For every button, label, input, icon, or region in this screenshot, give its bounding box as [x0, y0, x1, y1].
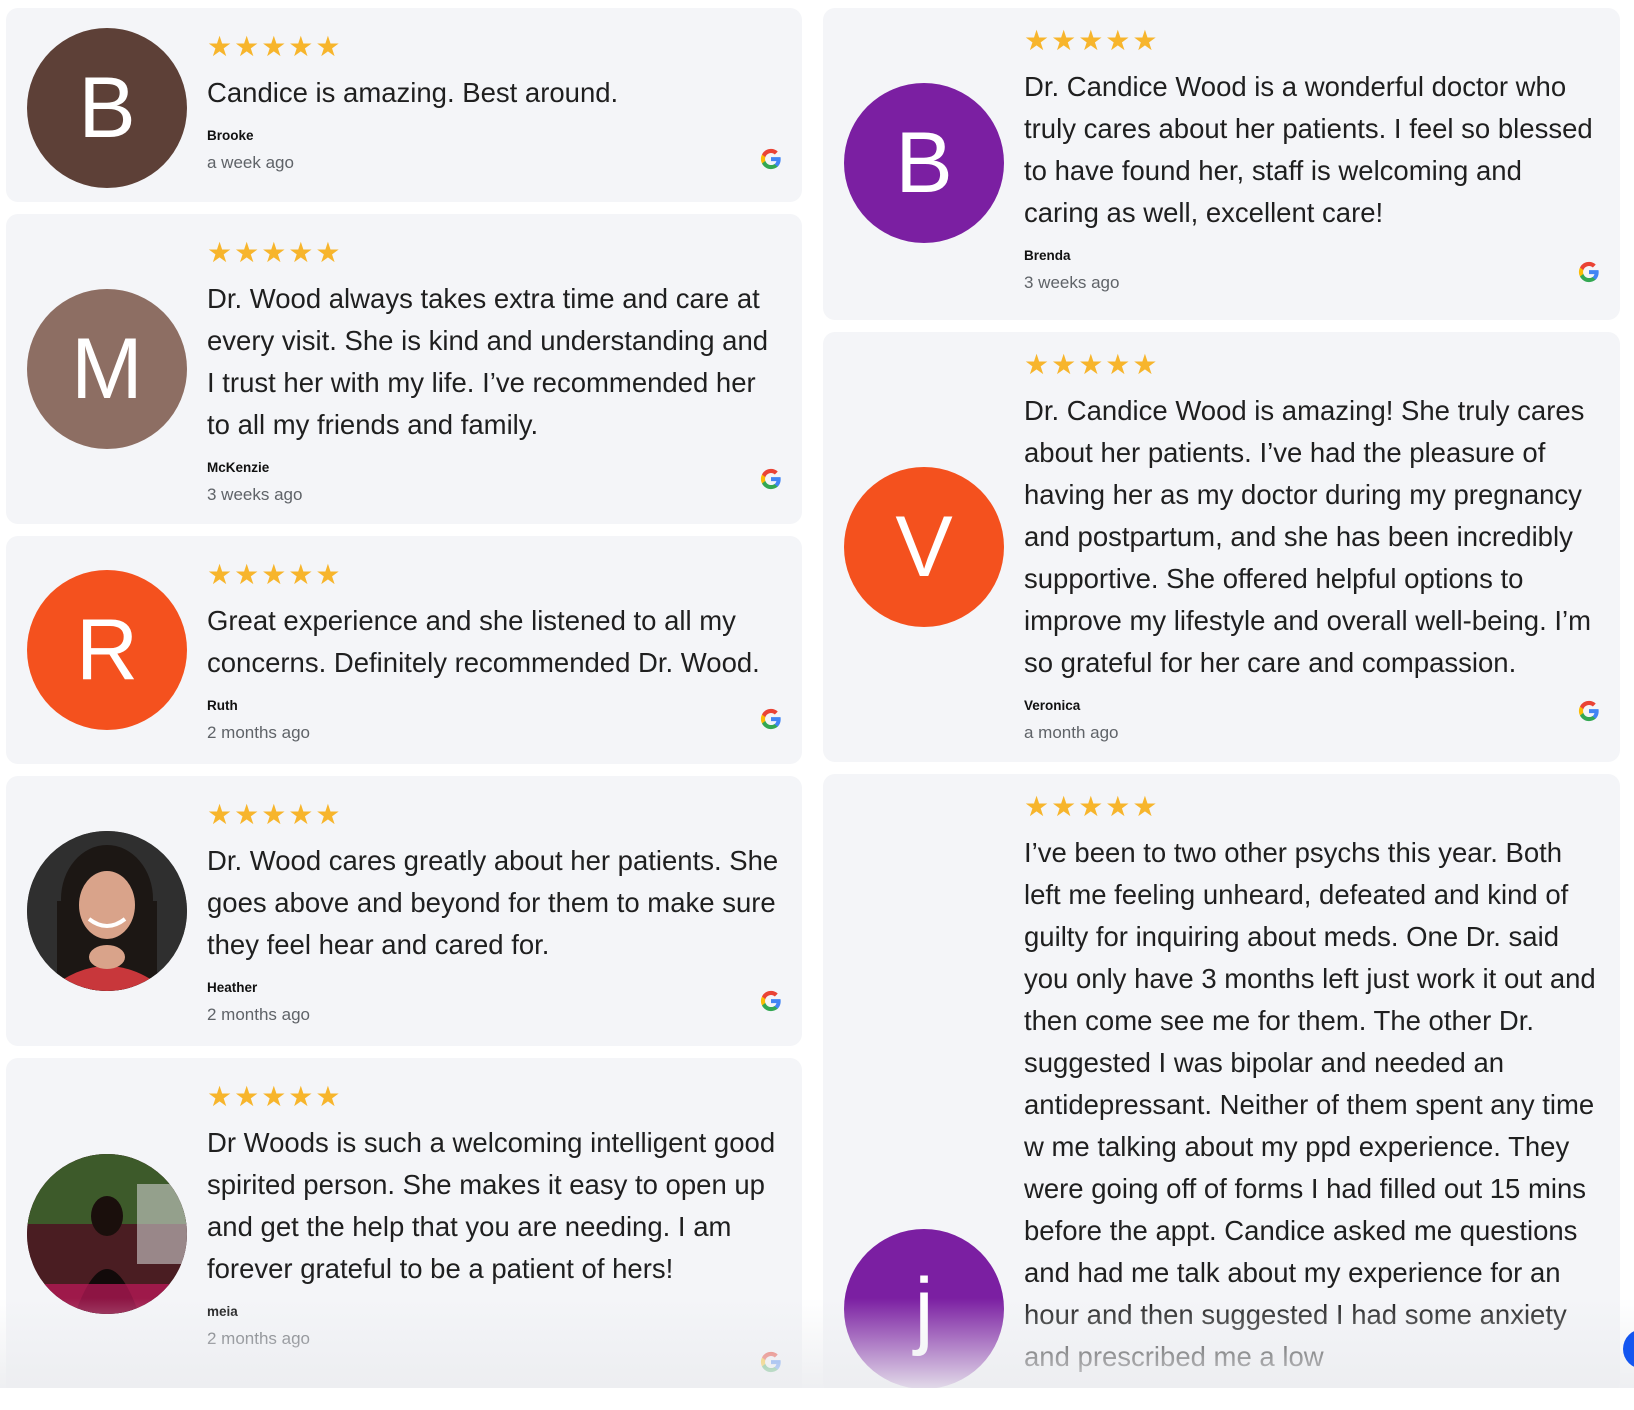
review-author: meia [207, 1304, 238, 1319]
avatar: B [844, 83, 1004, 243]
avatar: j [844, 1229, 1004, 1389]
review-card: M ★★★★★ Dr. Wood always takes extra time… [6, 214, 802, 524]
review-date: a month ago [1024, 723, 1119, 742]
profile-photo-icon [27, 1154, 187, 1314]
bottom-edge [0, 1388, 1634, 1406]
review-card: R ★★★★★ Great experience and she listene… [6, 536, 802, 764]
star-rating: ★★★★★ [207, 1081, 343, 1112]
review-card: V ★★★★★ Dr. Candice Wood is amazing! She… [823, 332, 1620, 762]
reviews-column-left: B ★★★★★ Candice is amazing. Best around.… [6, 8, 802, 1410]
avatar: B [27, 28, 187, 188]
review-text: Dr. Wood cares greatly about her patient… [207, 845, 779, 960]
avatar: R [27, 570, 187, 730]
avatar [27, 831, 187, 991]
review-author: McKenzie [207, 460, 270, 475]
review-date: 2 months ago [207, 723, 311, 742]
review-author: Brenda [1024, 248, 1071, 263]
review-card: ★★★★★ Dr. Wood cares greatly about her p… [6, 776, 802, 1046]
star-rating: ★★★★★ [207, 31, 343, 62]
star-rating: ★★★★★ [1024, 25, 1160, 56]
star-rating: ★★★★★ [207, 799, 343, 830]
review-text: Dr. Candice Wood is a wonderful doctor w… [1024, 71, 1593, 228]
avatar [27, 1154, 187, 1314]
google-icon[interactable] [760, 708, 782, 730]
review-date: 2 months ago [207, 1329, 311, 1348]
google-icon[interactable] [760, 468, 782, 490]
review-card: j ★★★★★ I’ve been to two other psychs th… [823, 774, 1620, 1394]
chat-widget-button[interactable] [1623, 1329, 1634, 1369]
avatar: V [844, 467, 1004, 627]
star-rating: ★★★★★ [207, 237, 343, 268]
google-icon[interactable] [760, 148, 782, 170]
star-rating: ★★★★★ [207, 559, 343, 590]
review-date: 2 months ago [207, 1005, 311, 1024]
google-icon[interactable] [1578, 700, 1600, 722]
review-text: Great experience and she listened to all… [207, 605, 760, 678]
review-date: a week ago [207, 153, 294, 172]
reviews-column-right: B ★★★★★ Dr. Candice Wood is a wonderful … [823, 8, 1620, 1406]
review-author: Heather [207, 980, 258, 995]
google-icon[interactable] [760, 990, 782, 1012]
review-card: ★★★★★ Dr Woods is such a welcoming intel… [6, 1058, 802, 1398]
google-icon[interactable] [1578, 261, 1600, 283]
profile-photo-icon [27, 831, 187, 991]
review-text: Candice is amazing. Best around. [207, 77, 619, 108]
review-author: Ruth [207, 698, 238, 713]
google-icon[interactable] [760, 1351, 782, 1373]
review-text: I’ve been to two other psychs this year.… [1024, 837, 1596, 1372]
review-author: Brooke [207, 128, 254, 143]
review-date: 3 weeks ago [207, 485, 303, 504]
review-card: B ★★★★★ Dr. Candice Wood is a wonderful … [823, 8, 1620, 320]
star-rating: ★★★★★ [1024, 349, 1160, 380]
review-card: B ★★★★★ Candice is amazing. Best around.… [6, 8, 802, 202]
review-text: Dr. Wood always takes extra time and car… [207, 283, 769, 440]
review-date: 3 weeks ago [1024, 273, 1120, 292]
review-text: Dr Woods is such a welcoming intelligent… [207, 1127, 776, 1284]
avatar: M [27, 289, 187, 449]
review-text: Dr. Candice Wood is amazing! She truly c… [1024, 395, 1592, 678]
star-rating: ★★★★★ [1024, 791, 1160, 822]
review-author: Veronica [1024, 698, 1081, 713]
